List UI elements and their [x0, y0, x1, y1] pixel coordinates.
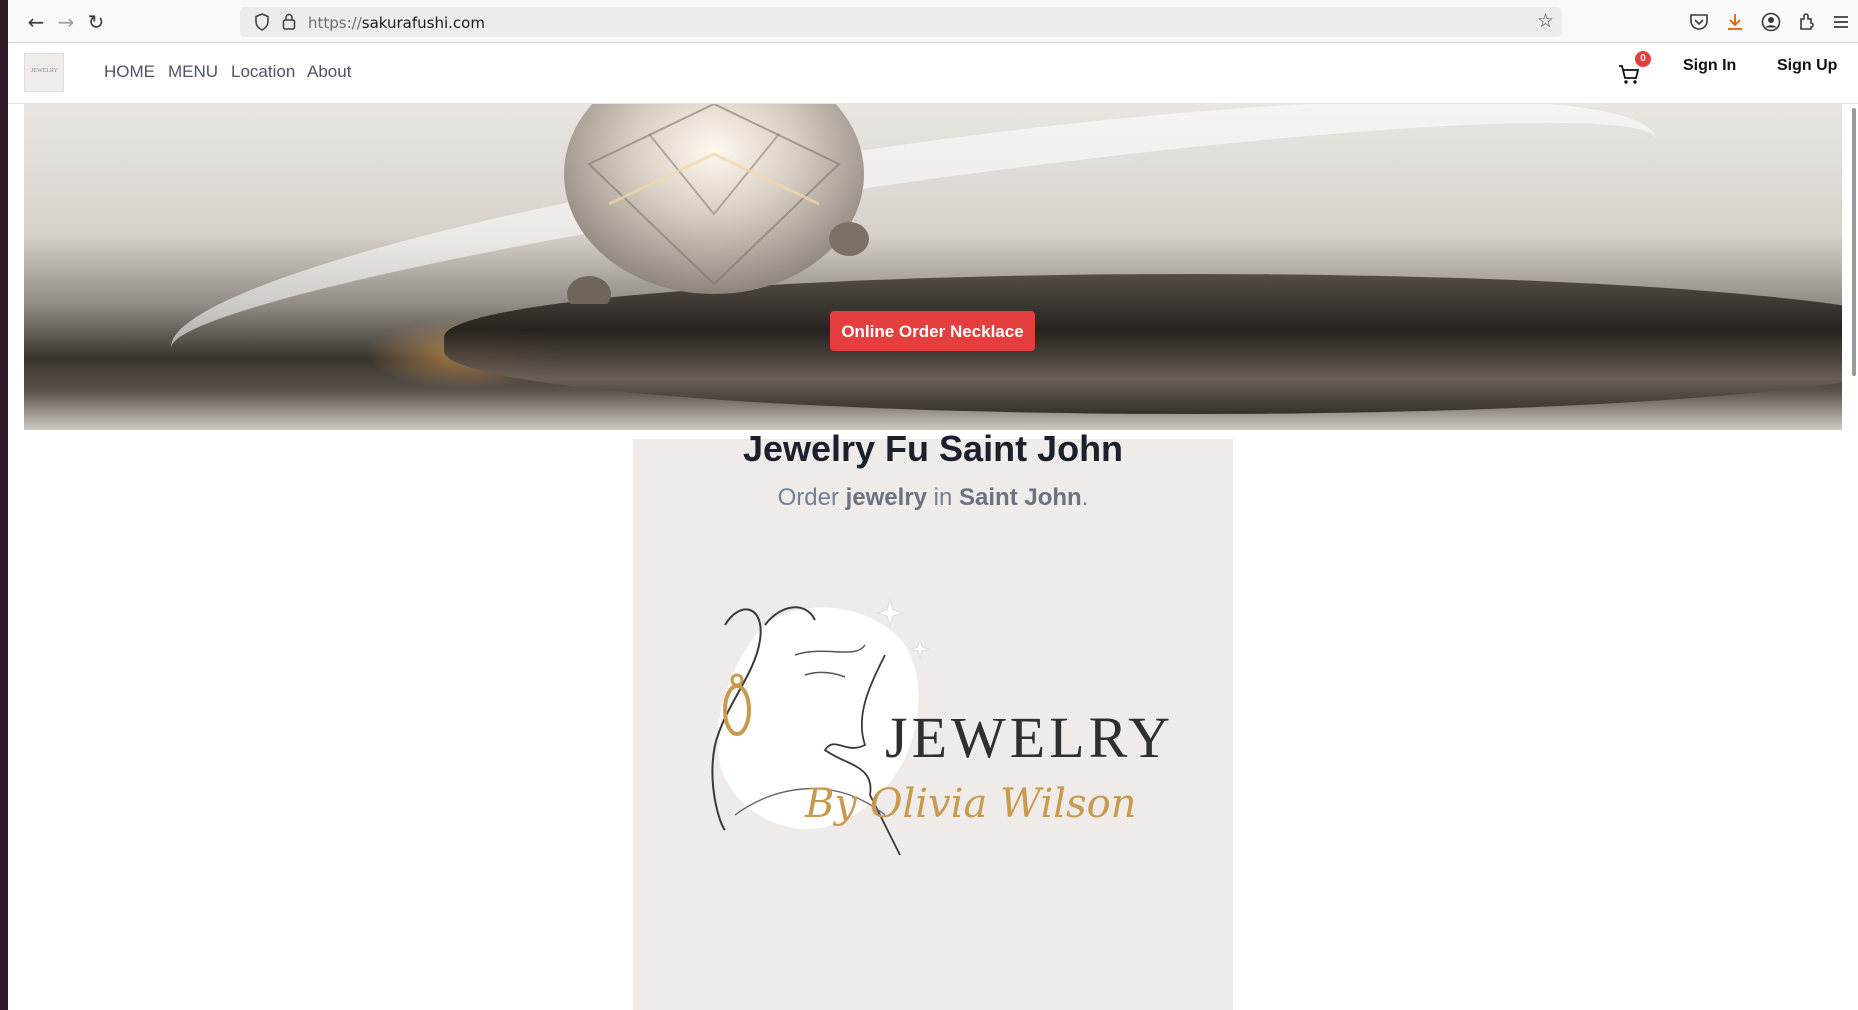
subtitle-city: Saint John	[959, 484, 1082, 511]
pocket-icon[interactable]	[1688, 11, 1710, 33]
online-order-button[interactable]: Online Order Necklace	[830, 311, 1035, 351]
reload-icon[interactable]: ↻	[84, 10, 108, 34]
lock-icon[interactable]	[282, 13, 296, 30]
page-scrollbar[interactable]	[1852, 108, 1856, 376]
extensions-icon[interactable]	[1796, 11, 1818, 33]
brand-word: JEWELRY	[885, 705, 1174, 770]
url-text[interactable]: https://sakurafushi.com	[308, 14, 485, 32]
hero-banner: Online Order Necklace	[24, 104, 1842, 430]
menu-icon[interactable]	[1830, 11, 1852, 33]
sign-in-link[interactable]: Sign In	[1683, 57, 1736, 75]
sign-up-link[interactable]: Sign Up	[1777, 57, 1837, 75]
subtitle-mid: in	[927, 484, 960, 511]
star-icon[interactable]: ☆	[1537, 10, 1554, 32]
nav-location[interactable]: Location	[231, 62, 295, 82]
url-protocol: https://	[308, 14, 362, 32]
site-logo[interactable]: JEWELRY	[24, 53, 64, 92]
address-bar[interactable]: https://sakurafushi.com ☆	[240, 7, 1562, 37]
page-subtitle: Order jewelry in Saint John.	[633, 484, 1233, 512]
back-icon[interactable]: ←	[24, 10, 48, 34]
subtitle-end: .	[1081, 484, 1089, 511]
site-logo-text: JEWELRY	[31, 68, 58, 74]
url-host: sakurafushi.com	[361, 14, 485, 32]
subtitle-item: jewelry	[845, 484, 928, 511]
site-header: JEWELRY HOME MENU Location About 0 Sign …	[8, 43, 1858, 104]
cart-count-badge: 0	[1635, 51, 1651, 67]
shield-icon[interactable]	[254, 13, 270, 31]
desktop-edge	[0, 0, 8, 1010]
download-icon[interactable]	[1724, 11, 1746, 33]
nav-about[interactable]: About	[307, 62, 351, 82]
brand-signature: By Olivia Wilson	[804, 781, 1136, 827]
nav-home[interactable]: HOME	[104, 62, 155, 82]
nav-menu[interactable]: MENU	[168, 62, 218, 82]
forward-icon[interactable]: →	[54, 10, 78, 34]
diamond-image	[564, 104, 869, 304]
brand-logo-image: JEWELRY By Olivia Wilson	[711, 598, 1174, 856]
account-icon[interactable]	[1760, 11, 1782, 33]
subtitle-prefix: Order	[777, 484, 846, 511]
page-title: Jewelry Fu Saint John	[742, 428, 1124, 469]
browser-toolbar: ← → ↻ https://sakurafushi.com ☆	[8, 0, 1858, 43]
